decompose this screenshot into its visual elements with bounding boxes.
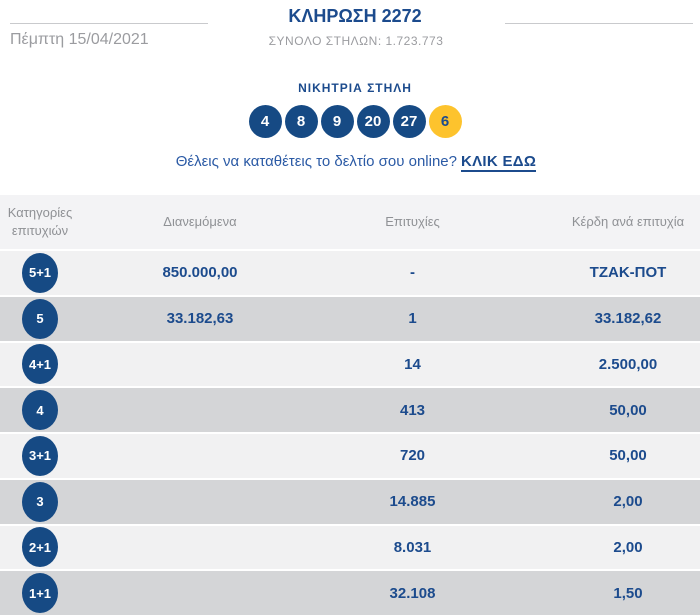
prize-value: 2,00	[505, 493, 700, 510]
distributed-value: 850.000,00	[80, 264, 320, 281]
winning-number-ball: 8	[285, 105, 318, 138]
table-row: 5+1 850.000,00 - ΤΖΑΚ-ΠΟΤ	[0, 249, 700, 295]
joker-results-page: ΚΛΗΡΩΣΗ 2272 Πέμπτη 15/04/2021 ΣΥΝΟΛΟ ΣΤ…	[0, 0, 700, 615]
category-badge: 4+1	[22, 344, 58, 384]
table-row: 2+1 8.031 2,00	[0, 524, 700, 570]
prize-value: 50,00	[505, 447, 700, 464]
wins-value: 413	[320, 402, 505, 419]
table-body: 5+1 850.000,00 - ΤΖΑΚ-ΠΟΤ 5 33.182,63 1 …	[0, 249, 700, 615]
table-row: 4 413 50,00	[0, 386, 700, 432]
online-link[interactable]: ΚΛΙΚ ΕΔΩ	[461, 153, 536, 172]
wins-value: -	[320, 264, 505, 281]
wins-value: 8.031	[320, 539, 505, 556]
table-row: 3+1 720 50,00	[0, 432, 700, 478]
winning-number-ball: 4	[249, 105, 282, 138]
prize-value: 2,00	[505, 539, 700, 556]
total-columns-label: ΣΥΝΟΛΟ ΣΤΗΛΩΝ: 1.723.773	[0, 34, 700, 48]
bonus-number-ball: 6	[429, 105, 462, 138]
winning-column-label: ΝΙΚΗΤΡΙΑ ΣΤΗΛΗ	[0, 81, 700, 95]
table-row: 1+1 32.108 1,50	[0, 569, 700, 615]
table-row: 3 14.885 2,00	[0, 478, 700, 524]
winning-number-ball: 27	[393, 105, 426, 138]
header-distributed: Διανεμόμενα	[80, 213, 320, 231]
results-table: Κατηγορίες επιτυχιών Διανεμόμενα Επιτυχί…	[0, 195, 700, 615]
prize-value: 2.500,00	[505, 356, 700, 373]
category-badge: 5+1	[22, 253, 58, 293]
table-row: 5 33.182,63 1 33.182,62	[0, 295, 700, 341]
winning-number-ball: 20	[357, 105, 390, 138]
wins-value: 14.885	[320, 493, 505, 510]
wins-value: 720	[320, 447, 505, 464]
prize-value: 1,50	[505, 585, 700, 602]
prize-value: 33.182,62	[505, 310, 700, 327]
draw-title: ΚΛΗΡΩΣΗ 2272	[0, 6, 700, 27]
table-header-row: Κατηγορίες επιτυχιών Διανεμόμενα Επιτυχί…	[0, 195, 700, 249]
category-badge: 5	[22, 299, 58, 339]
online-question: Θέλεις να καταθέτεις το δελτίο σου onlin…	[176, 153, 457, 170]
prize-value: ΤΖΑΚ-ΠΟΤ	[505, 264, 700, 281]
prize-value: 50,00	[505, 402, 700, 419]
wins-value: 1	[320, 310, 505, 327]
table-row: 4+1 14 2.500,00	[0, 341, 700, 387]
category-badge: 1+1	[22, 573, 58, 613]
category-badge: 2+1	[22, 527, 58, 567]
wins-value: 32.108	[320, 585, 505, 602]
category-badge: 4	[22, 390, 58, 430]
category-badge: 3+1	[22, 436, 58, 476]
winning-numbers-row: 4 8 9 20 27 6	[0, 105, 700, 138]
header-categories: Κατηγορίες επιτυχιών	[0, 204, 80, 239]
distributed-value: 33.182,63	[80, 310, 320, 327]
winning-number-ball: 9	[321, 105, 354, 138]
category-badge: 3	[22, 482, 58, 522]
online-prompt: Θέλεις να καταθέτεις το δελτίο σου onlin…	[0, 153, 700, 170]
header-prize-per-win: Κέρδη ανά επιτυχία	[505, 213, 700, 231]
header-wins: Επιτυχίες	[320, 213, 505, 231]
wins-value: 14	[320, 356, 505, 373]
